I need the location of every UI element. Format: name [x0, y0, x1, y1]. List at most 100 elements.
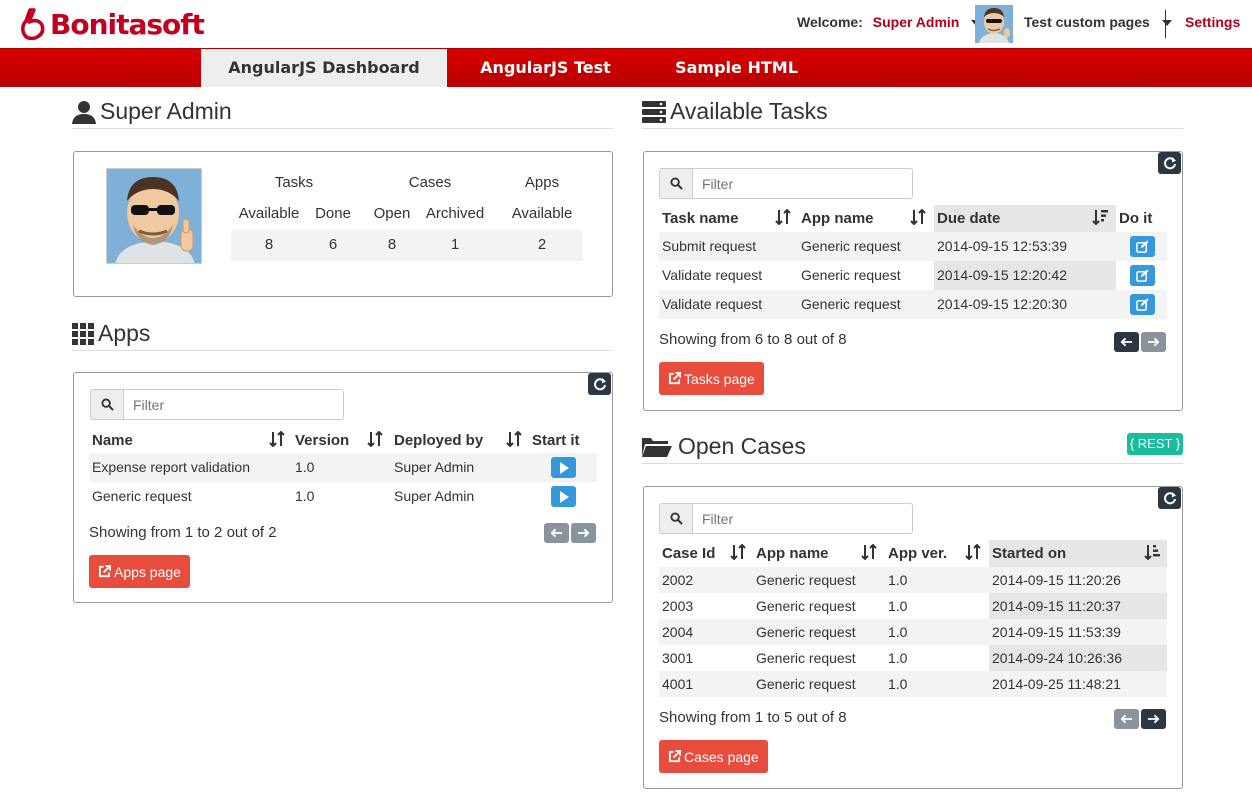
cell-case-id: 3001 [662, 650, 694, 666]
play-icon [559, 461, 569, 474]
divider [72, 350, 613, 351]
sort-icon[interactable] [269, 431, 285, 447]
column-header-case-id[interactable]: Case Id [662, 545, 715, 562]
refresh-button[interactable] [1158, 487, 1181, 509]
app-selector[interactable]: Test custom pages [1024, 14, 1172, 30]
table-row: Validate request Generic request 2014-09… [659, 290, 1167, 319]
sort-icon[interactable] [506, 431, 522, 447]
tasks-filter[interactable] [659, 168, 913, 199]
cell-started-on: 2014-09-24 10:26:36 [992, 650, 1122, 666]
start-app-button[interactable] [551, 457, 576, 478]
cell-version: 1.0 [295, 488, 315, 504]
column-header-app-ver[interactable]: App ver. [888, 545, 947, 562]
do-task-button[interactable] [1130, 236, 1155, 257]
cell-version: 1.0 [295, 459, 315, 475]
stat-label-done: Done [315, 205, 351, 222]
folder-open-icon [642, 437, 672, 457]
start-app-button[interactable] [551, 486, 576, 507]
welcome-label: Welcome: [797, 14, 863, 30]
column-header-version[interactable]: Version [295, 432, 349, 449]
cases-filter[interactable] [659, 503, 913, 534]
do-task-button[interactable] [1130, 265, 1155, 286]
do-task-button[interactable] [1130, 294, 1155, 315]
sort-icon[interactable] [861, 544, 877, 560]
cell-app-name: Generic request [801, 267, 901, 283]
sort-desc-icon[interactable] [1092, 209, 1108, 225]
prev-page-button[interactable] [1114, 332, 1139, 352]
apps-filter[interactable] [90, 389, 344, 420]
edit-icon [1136, 269, 1149, 282]
next-page-button[interactable] [1141, 709, 1166, 729]
pagination [1114, 332, 1166, 352]
column-header-do-it: Do it [1119, 210, 1153, 227]
cell-app-name: Generic request [756, 650, 856, 666]
cell-started-on: 2014-09-25 11:48:21 [992, 676, 1121, 692]
stat-tasks-available: 8 [264, 236, 274, 253]
table-row: 3001 Generic request 1.0 2014-09-24 10:2… [659, 645, 1167, 671]
edit-icon [1136, 240, 1149, 253]
cell-task-name: Validate request [662, 267, 763, 283]
external-link-icon [668, 372, 681, 385]
cases-section-title: Open Cases [642, 433, 806, 460]
logo-text: Bonitasoft [50, 7, 205, 41]
sort-asc-icon[interactable] [1144, 544, 1160, 560]
section-title-text: Apps [98, 320, 151, 346]
tab-angularjs-test[interactable]: AngularJS Test [448, 49, 644, 87]
next-page-button[interactable] [571, 523, 596, 543]
stat-label-archived: Archived [425, 205, 485, 222]
avatar-image [107, 169, 201, 263]
column-header-started-on[interactable]: Started on [992, 545, 1066, 562]
stat-apps-available: 2 [537, 236, 547, 253]
divider [1165, 10, 1166, 38]
table-row: Validate request Generic request 2014-09… [659, 261, 1167, 290]
nav-bar: AngularJS Dashboard AngularJS Test Sampl… [0, 48, 1252, 87]
stat-cases-open: 8 [387, 236, 397, 253]
column-header-name[interactable]: Name [92, 432, 133, 449]
user-menu[interactable]: Welcome: Super Admin [797, 14, 982, 30]
column-header-deployed-by[interactable]: Deployed by [394, 432, 483, 449]
avatar [975, 5, 1013, 43]
tasks-section-title: Available Tasks [642, 98, 828, 125]
column-header-due-date[interactable]: Due date [937, 210, 1000, 227]
section-title-text: Available Tasks [670, 98, 828, 124]
search-input[interactable] [693, 169, 912, 198]
column-header-start-it: Start it [532, 432, 580, 449]
search-input[interactable] [693, 504, 912, 533]
prev-page-button[interactable] [1114, 709, 1139, 729]
sort-icon[interactable] [775, 209, 791, 225]
bonitasoft-logo[interactable]: Bonitasoft [20, 6, 205, 42]
arrow-left-icon [1120, 337, 1133, 347]
table-row: Submit request Generic request 2014-09-1… [659, 232, 1167, 261]
next-page-button[interactable] [1141, 332, 1166, 352]
sort-icon[interactable] [910, 209, 926, 225]
refresh-button[interactable] [588, 373, 611, 395]
cell-deployed-by: Super Admin [394, 459, 475, 475]
column-header-app-name[interactable]: App name [801, 210, 874, 227]
sort-icon[interactable] [730, 544, 746, 560]
user-name: Super Admin [872, 14, 960, 30]
sort-icon[interactable] [965, 544, 981, 560]
tab-angularjs-dashboard[interactable]: AngularJS Dashboard [201, 49, 448, 87]
cell-app-ver: 1.0 [888, 624, 908, 640]
cell-case-id: 2002 [662, 572, 694, 588]
cell-app-ver: 1.0 [888, 598, 908, 614]
pagination [1114, 709, 1166, 729]
sort-icon[interactable] [367, 431, 383, 447]
refresh-button[interactable] [1158, 152, 1181, 174]
settings-link[interactable]: Settings [1185, 14, 1240, 30]
apps-page-button[interactable]: Apps page [89, 555, 190, 588]
cell-app-ver: 1.0 [888, 650, 908, 666]
divider [642, 128, 1183, 129]
column-header-app-name[interactable]: App name [756, 545, 829, 562]
cell-deployed-by: Super Admin [394, 488, 475, 504]
search-input[interactable] [124, 390, 343, 419]
cases-page-button[interactable]: Cases page [659, 740, 768, 773]
cell-case-id: 2004 [662, 624, 694, 640]
button-label: Cases page [684, 748, 759, 765]
prev-page-button[interactable] [544, 523, 569, 543]
tab-sample-html[interactable]: Sample HTML [644, 49, 830, 87]
arrow-right-icon [1147, 337, 1160, 347]
tasks-page-button[interactable]: Tasks page [659, 362, 764, 395]
column-header-task-name[interactable]: Task name [662, 210, 738, 227]
section-title-text: Open Cases [678, 433, 806, 459]
